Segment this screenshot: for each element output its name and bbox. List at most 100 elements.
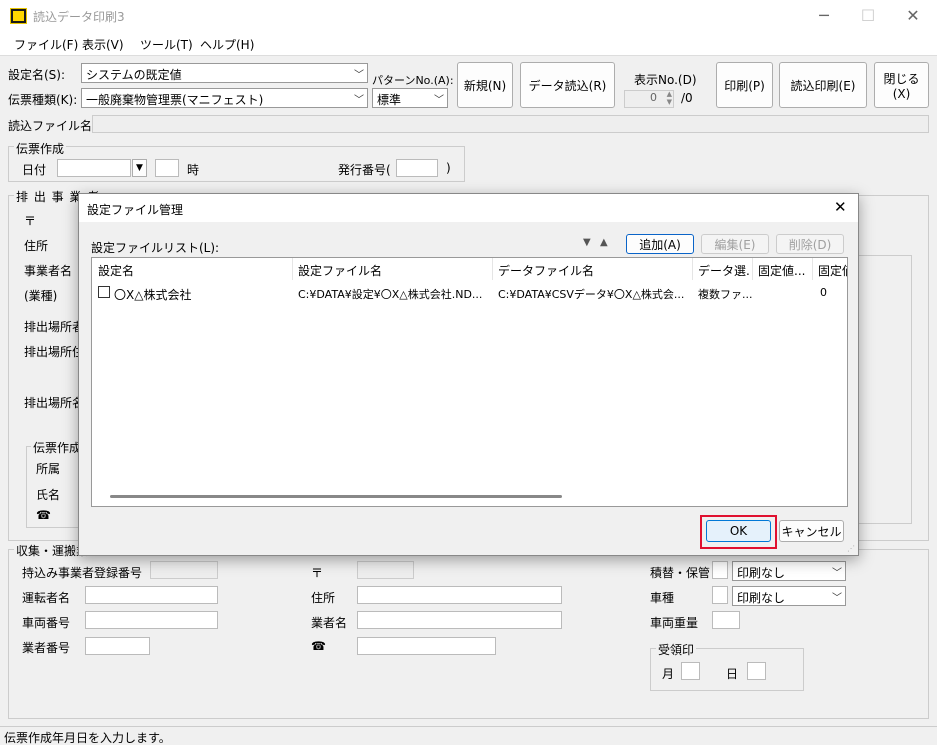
transport-phone-icon: ☎ [311,639,326,653]
slip-creation-label: 伝票作成 [14,140,67,157]
transport-postal-label: 〒 [311,566,324,580]
issue-no-label: 発行番号( [338,163,391,177]
transship-value: 印刷なし [737,566,786,580]
cell-setting-file[interactable]: C:¥DATA¥設定¥〇X△株式会社.ND... [298,286,490,302]
column-data-select[interactable]: データ選... [698,262,750,279]
emitter-address-label: 住所 [24,239,49,253]
chevron-down-icon: ﹀ [434,95,444,106]
emitter-company-label: 事業者名 [24,264,73,278]
slip-type-label: 伝票種類(K): [8,93,78,107]
dialog-title: 設定ファイル管理 [87,203,184,217]
vehicle-no-field[interactable] [85,611,218,629]
display-no-stepper[interactable]: 0 ▲ ▼ [624,90,674,108]
print-button[interactable]: 印刷(P) [716,62,773,108]
transport-company-field[interactable] [357,611,562,629]
list-label: 設定ファイルリスト(L): [91,241,220,255]
display-no-total: /0 [681,91,693,105]
move-up-icon[interactable]: ▲ [600,237,608,248]
emitter-site-label-1: 排出場所者 [24,320,85,334]
title-bar: 読込データ印刷3 ─ ☐ ✕ [0,0,937,32]
receipt-group-label: 受領印 [656,641,697,658]
ok-button[interactable]: OK [706,520,771,542]
transship-select[interactable]: 印刷なし ﹀ [732,561,846,581]
edit-button[interactable]: 編集(E) [701,234,769,254]
menu-help[interactable]: ヘルプ(H) [200,36,254,53]
month-field[interactable] [681,662,700,680]
row-checkbox[interactable] [98,286,110,298]
close-icon[interactable]: ✕ [903,6,923,26]
column-fixed-value-2[interactable]: 固定値 [818,262,847,279]
vehicle-type-checkbox[interactable] [712,586,728,604]
column-fixed-value-1[interactable]: 固定値... [758,262,810,279]
vehicle-type-label: 車種 [650,591,675,605]
pattern-value: 標準 [377,93,402,107]
data-read-button[interactable]: データ読込(R) [520,62,615,108]
vehicle-type-select[interactable]: 印刷なし ﹀ [732,586,846,606]
transship-label: 積替・保管 [650,566,711,580]
slip-type-select[interactable]: 一般廃棄物管理票(マニフェスト) ﹀ [81,88,368,108]
menu-bar: ファイル(F) 表示(V) ツール(T) ヘルプ(H) [0,32,937,56]
horizontal-scrollbar[interactable] [110,495,562,498]
display-no-value: 0 [650,91,657,104]
reg-no-label: 持込み事業者登録番号 [22,566,143,580]
phone-icon: ☎ [36,508,51,522]
vehicle-no-label: 車両番号 [22,616,71,630]
driver-label: 運転者名 [22,591,71,605]
column-setting-name[interactable]: 設定名 [98,262,288,279]
settings-file-list[interactable]: 設定名 設定ファイル名 データファイル名 データ選... 固定値... 固定値 … [91,257,848,507]
column-data-file[interactable]: データファイル名 [498,262,688,279]
pattern-label: パターンNo.(A): [372,74,454,87]
move-down-icon[interactable]: ▼ [583,237,591,248]
dialog-title-bar: 設定ファイル管理 ✕ [79,194,858,222]
pattern-select[interactable]: 標準 ﹀ [372,88,448,108]
close-button[interactable]: 閉じる(X) [874,62,929,108]
vehicle-weight-field[interactable] [712,611,740,629]
emitter-site-label-3: 排出場所名 [24,396,85,410]
dialog-close-icon[interactable]: ✕ [834,198,847,216]
maximize-icon[interactable]: ☐ [858,6,878,26]
new-button[interactable]: 新規(N) [457,62,513,108]
app-icon [10,8,27,24]
settings-file-dialog: 設定ファイル管理 ✕ 設定ファイルリスト(L): ▼ ▲ 追加(A) 編集(E)… [78,193,859,556]
setting-name-value: システムの既定値 [86,68,182,82]
spin-icon[interactable]: ▲ ▼ [667,90,672,106]
date-field[interactable] [57,159,131,177]
hour-label: 時 [187,163,200,177]
menu-file[interactable]: ファイル(F) [14,36,78,53]
hour-field[interactable] [155,159,179,177]
date-label: 日付 [22,163,47,177]
cancel-button[interactable]: キャンセル [779,520,844,542]
column-setting-file[interactable]: 設定ファイル名 [298,262,488,279]
read-print-button[interactable]: 読込印刷(E) [779,62,867,108]
transport-postal-field[interactable] [357,561,414,579]
day-field[interactable] [747,662,766,680]
transport-address-field[interactable] [357,586,562,604]
creator-group-label: 伝票作成 [31,439,84,456]
setting-name-select[interactable]: システムの既定値 ﹀ [81,63,368,83]
display-no-label: 表示No.(D) [634,73,697,87]
resize-grip-icon[interactable]: ⋰ [847,544,855,553]
menu-tools[interactable]: ツール(T) [140,36,193,53]
read-file-field[interactable] [92,115,929,133]
delete-button[interactable]: 削除(D) [776,234,844,254]
transship-checkbox[interactable] [712,561,728,579]
cell-data-file[interactable]: C:¥DATA¥CSVデータ¥〇X△株式会... [498,286,690,302]
company-no-field[interactable] [85,637,150,655]
menu-view[interactable]: 表示(V) [82,36,124,53]
company-no-label: 業者番号 [22,641,71,655]
driver-field[interactable] [85,586,218,604]
cell-setting-name[interactable]: 〇X△株式会社 [114,286,290,303]
minimize-icon[interactable]: ─ [814,6,834,26]
transport-company-label: 業者名 [311,616,348,630]
add-button[interactable]: 追加(A) [626,234,694,254]
slip-type-value: 一般廃棄物管理票(マニフェスト) [86,93,264,107]
issue-no-field[interactable] [396,159,438,177]
transport-phone-field[interactable] [357,637,496,655]
date-dropdown-icon[interactable]: ▼ [132,159,147,177]
reg-no-field[interactable] [150,561,218,579]
window-title: 読込データ印刷3 [33,10,125,24]
status-bar: 伝票作成年月日を入力します。 [0,726,937,745]
cell-fixed-value-2[interactable]: 0 [820,286,847,299]
chevron-down-icon: ﹀ [832,568,842,579]
cell-data-select[interactable]: 複数ファ... [698,286,752,302]
